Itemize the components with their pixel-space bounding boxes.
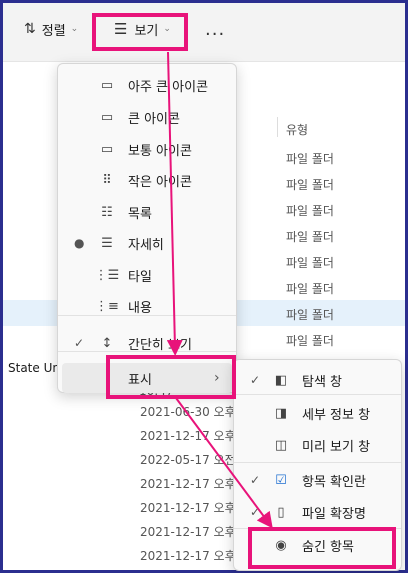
menu-item-label: 작은 아이콘 (128, 174, 192, 190)
monitor-icon: ▭ (100, 109, 114, 125)
show-item-highlight (106, 355, 236, 399)
menu-item-label: 항목 확인란 (302, 474, 366, 490)
show-menu-item-4[interactable]: ✓ ▯ 파일 확장명 (238, 497, 397, 527)
show-menu-item-3[interactable]: ✓ ☑ 항목 확인란 (238, 465, 397, 495)
content-icon: ⋮≡ (95, 298, 119, 314)
row-type: 파일 폴더 (286, 178, 334, 192)
check-icon: ✓ (250, 473, 261, 487)
details-icon: ☰ (101, 235, 113, 251)
view-menu-item-0[interactable]: ▭ 아주 큰 아이콘 (62, 70, 232, 100)
menu-item-label: 목록 (128, 206, 152, 222)
row-date: 2022-05-17 오전 (140, 453, 236, 467)
view-menu-item-1[interactable]: ▭ 큰 아이콘 (62, 102, 232, 132)
show-menu-item-0[interactable]: ✓ ◧ 탐색 창 (238, 365, 397, 395)
row-type: 파일 폴더 (286, 204, 334, 218)
more-options-button[interactable]: ... (205, 19, 225, 40)
view-menu: ▭ 아주 큰 아이콘 ▭ 큰 아이콘 ▭ 보통 아이콘 ⠿ 작은 아이콘 ☷ 목록 ● ☰ 자세히 ⋮☰ 타… (57, 63, 237, 393)
preview-pane-icon: ◫ (274, 437, 288, 453)
column-divider (277, 117, 278, 137)
nav-pane-icon: ◧ (274, 372, 288, 388)
chevron-down-icon: ⌄ (70, 24, 79, 34)
check-icon: ✓ (250, 505, 261, 519)
menu-item-label: 자세히 (128, 237, 164, 253)
row-date: 2021-12-17 오후 (140, 429, 236, 443)
row-type: 파일 폴더 (286, 282, 334, 296)
view-menu-item-6[interactable]: ⋮☰ 타일 (62, 260, 232, 290)
sort-label: 정렬 (41, 23, 66, 39)
view-menu-item-3[interactable]: ⠿ 작은 아이콘 (62, 165, 232, 195)
tiles-icon: ⋮☰ (94, 267, 120, 283)
compact-icon: ↕ (101, 335, 113, 351)
row-date: 2021-12-17 오후 (140, 549, 236, 563)
row-date: 2021-12-17 오후 (140, 525, 236, 539)
monitor-icon: ▭ (100, 77, 114, 93)
menu-separator (234, 462, 401, 463)
menu-item-label: 간단히 보기 (128, 337, 192, 353)
list-icon: ☷ (101, 204, 113, 220)
menu-separator (58, 315, 236, 316)
row-type: 파일 폴더 (286, 256, 334, 270)
row-type: 파일 폴더 (286, 230, 334, 244)
column-header-type[interactable]: 유형 (286, 121, 308, 138)
menu-separator (58, 351, 236, 352)
row-date: 2021-12-17 오후 (140, 477, 236, 491)
show-menu-item-2[interactable]: ◫ 미리 보기 창 (238, 430, 397, 460)
bullet-icon: ● (74, 236, 85, 250)
menu-item-label: 큰 아이콘 (128, 111, 180, 127)
menu-item-label: 미리 보기 창 (302, 439, 371, 455)
check-icon: ✓ (250, 373, 261, 387)
menu-item-label: 세부 정보 창 (302, 407, 371, 423)
menu-item-label: 탐색 창 (302, 374, 343, 390)
row-type: 파일 폴더 (286, 308, 334, 322)
sort-button[interactable]: ⇅ 정렬 ⌄ (24, 16, 78, 42)
menu-separator (234, 394, 401, 395)
view-menu-item-4[interactable]: ☷ 목록 (62, 197, 232, 227)
grid-icon: ⠿ (102, 172, 112, 188)
row-date: 2021-06-30 오후 (140, 405, 236, 419)
sort-icon: ⇅ (24, 21, 36, 37)
show-menu-item-1[interactable]: ◨ 세부 정보 창 (238, 398, 397, 428)
menu-item-label: 아주 큰 아이콘 (128, 79, 209, 95)
details-pane-icon: ◨ (274, 405, 288, 421)
view-menu-item-2[interactable]: ▭ 보통 아이콘 (62, 134, 232, 164)
menu-item-label: 내용 (128, 300, 152, 316)
row-date: 2021-12-17 오후 (140, 501, 236, 515)
checkbox-icon: ☑ (275, 472, 287, 488)
row-type: 파일 폴더 (286, 152, 334, 166)
check-icon: ✓ (74, 336, 85, 350)
view-menu-item-7[interactable]: ⋮≡ 내용 (62, 291, 232, 321)
hidden-items-highlight (248, 527, 396, 569)
file-icon: ▯ (277, 504, 285, 520)
view-menu-item-5[interactable]: ● ☰ 자세히 (62, 228, 232, 258)
menu-item-label: 타일 (128, 269, 152, 285)
monitor-icon: ▭ (100, 141, 114, 157)
view-button-highlight (92, 13, 188, 51)
menu-item-label: 파일 확장명 (302, 506, 366, 522)
view-menu-item-8[interactable]: ✓ ↕ 간단히 보기 (62, 328, 232, 358)
file-name-fragment: State Uni (8, 361, 64, 375)
menu-item-label: 보통 아이콘 (128, 143, 192, 159)
row-type: 파일 폴더 (286, 334, 334, 348)
